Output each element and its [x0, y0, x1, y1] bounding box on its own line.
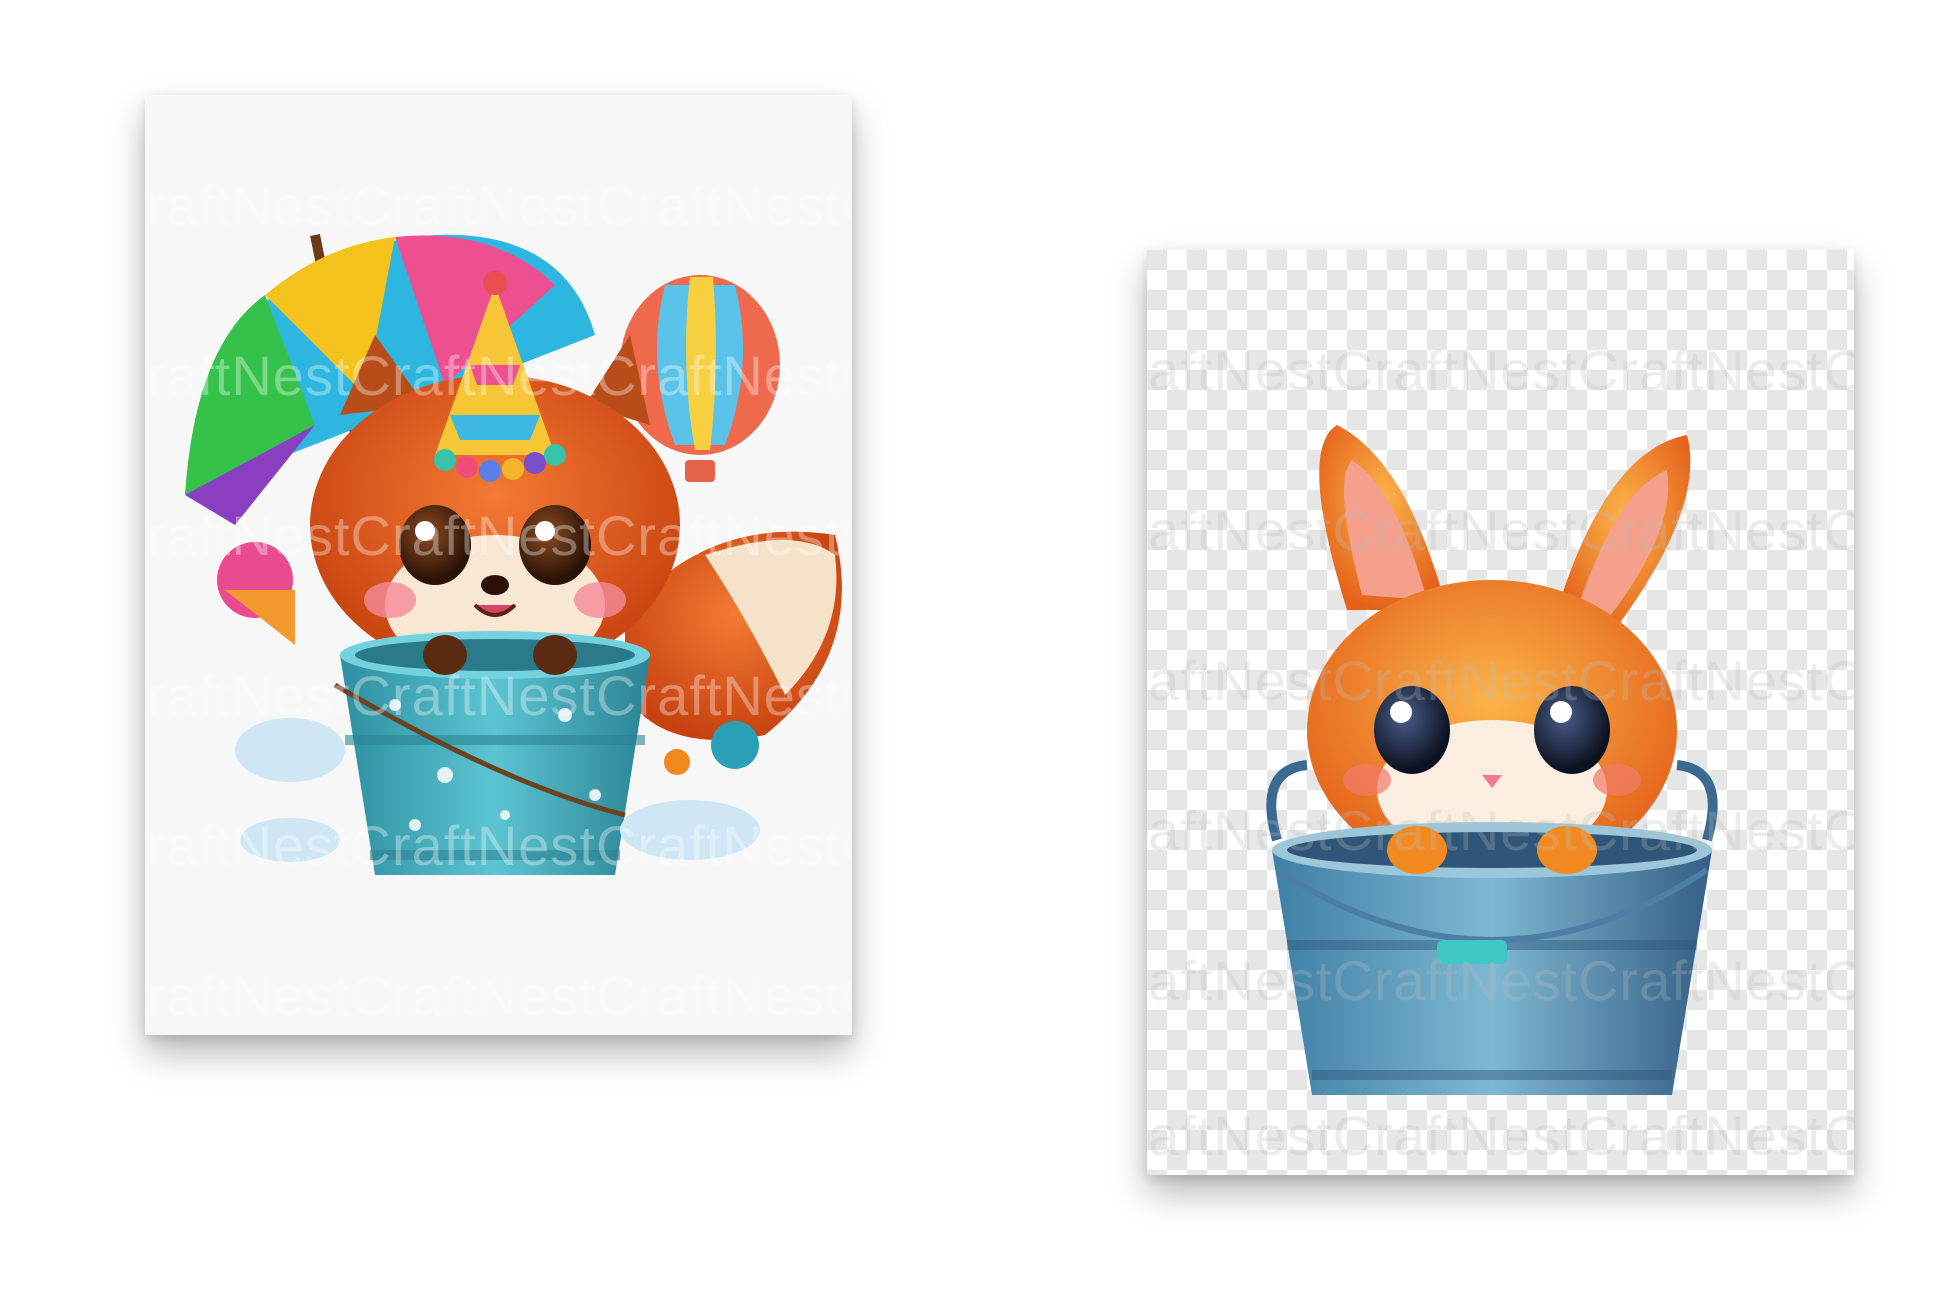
- watermark-text: CraftNestCraftNestCraftNestCraftNest: [1147, 799, 1854, 862]
- bunny-preview-card: CraftNestCraftNestCraftNestCraftNest Cra…: [1147, 250, 1854, 1175]
- watermark-text: CraftNestCraftNestCraftNestCraftNest: [145, 504, 852, 567]
- fox-preview-card: CraftNestCraftNestCraftNest CraftNest Cra…: [145, 95, 852, 1035]
- watermark-text: CraftNestCraftNestCraftNestCraftNest: [145, 174, 852, 237]
- watermark-text: CraftNestCraftNestCraftNestCraftNest: [1147, 1104, 1854, 1167]
- watermark-text: CraftNestCraftNestCraftNestCraftNest: [145, 664, 852, 727]
- fox-nose: [481, 575, 509, 595]
- fox-illustration: CraftNestCraftNestCraftNest CraftNest Cra…: [145, 95, 852, 1035]
- watermark-text: CraftNestCraftNestCraftNestCraftNest: [1147, 499, 1854, 562]
- bunny-illustration: CraftNestCraftNestCraftNestCraftNest Cra…: [1147, 250, 1854, 1175]
- bubble: [711, 721, 759, 769]
- watermark-text: CraftNestCraftNestCraftNestCraftNest: [1147, 649, 1854, 712]
- watermark-text: CraftNestCraftNestCraftNestCraftNest: [145, 964, 852, 1027]
- watermark-text: CraftNestCraftNestCraftNestCraftNest: [1147, 949, 1854, 1012]
- bubble: [664, 749, 690, 775]
- preview-stage: CraftNestCraftNestCraftNest CraftNest Cra…: [0, 0, 1946, 1295]
- watermark-text: CraftNestCraftNestCraftNestCraftNest: [145, 814, 852, 877]
- watermark-text: CraftNestCraftNestCraftNestCraftNest: [1147, 339, 1854, 402]
- watermark-text: CraftNestCraftNestCraftNestCraftNest: [145, 344, 852, 407]
